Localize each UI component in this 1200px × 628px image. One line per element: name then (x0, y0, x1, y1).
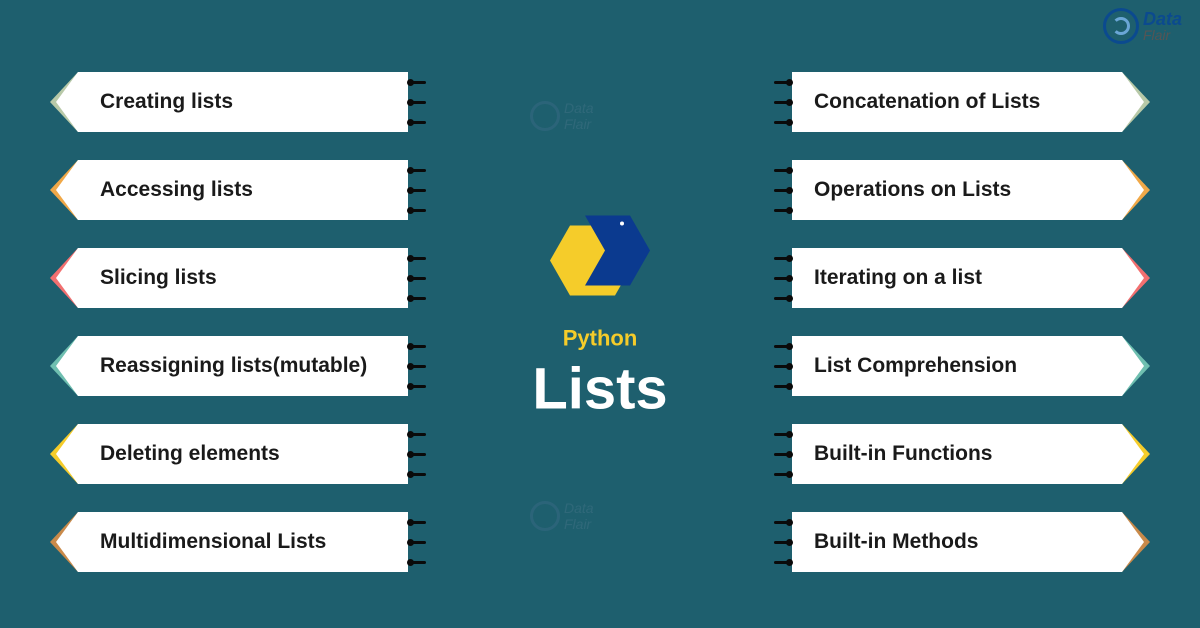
binding-icon (774, 512, 790, 572)
topic-label: List Comprehension (814, 354, 1017, 378)
binding-icon (774, 160, 790, 220)
left-column: Creating lists Accessing lists Slicing l… (78, 72, 408, 572)
brand-logo-icon (1103, 8, 1139, 44)
topic-item: Creating lists (78, 72, 408, 132)
topic-label: Built-in Functions (814, 442, 992, 466)
topic-item: Accessing lists (78, 160, 408, 220)
topic-item: Built-in Methods (792, 512, 1122, 572)
topic-item: Multidimensional Lists (78, 512, 408, 572)
topic-item: List Comprehension (792, 336, 1122, 396)
topic-label: Accessing lists (100, 178, 253, 202)
python-icon (540, 206, 660, 316)
binding-icon (774, 424, 790, 484)
right-column: Concatenation of Lists Operations on Lis… (792, 72, 1122, 572)
topic-label: Multidimensional Lists (100, 530, 326, 554)
center-title: Lists (480, 356, 720, 423)
topic-item: Deleting elements (78, 424, 408, 484)
topic-item: Slicing lists (78, 248, 408, 308)
topic-item: Iterating on a list (792, 248, 1122, 308)
brand-logo-text: Data Flair (1143, 10, 1182, 42)
center-language: Python (480, 326, 720, 352)
binding-icon (774, 336, 790, 396)
binding-icon (410, 160, 426, 220)
watermark: DataFlair (530, 100, 594, 132)
brand-line2: Flair (1143, 28, 1182, 42)
topic-label: Iterating on a list (814, 266, 982, 290)
topic-item: Operations on Lists (792, 160, 1122, 220)
binding-icon (774, 248, 790, 308)
brand-line1: Data (1143, 10, 1182, 28)
binding-icon (410, 248, 426, 308)
binding-icon (410, 72, 426, 132)
center-block: Python Lists (480, 206, 720, 423)
topic-label: Deleting elements (100, 442, 280, 466)
topic-label: Built-in Methods (814, 530, 978, 554)
topic-item: Built-in Functions (792, 424, 1122, 484)
topic-label: Slicing lists (100, 266, 217, 290)
binding-icon (410, 512, 426, 572)
binding-icon (410, 424, 426, 484)
binding-icon (774, 72, 790, 132)
brand-logo: Data Flair (1103, 8, 1182, 44)
topic-label: Operations on Lists (814, 178, 1011, 202)
topic-item: Reassigning lists(mutable) (78, 336, 408, 396)
topic-item: Concatenation of Lists (792, 72, 1122, 132)
topic-label: Reassigning lists(mutable) (100, 354, 367, 378)
binding-icon (410, 336, 426, 396)
watermark: DataFlair (530, 500, 594, 532)
topic-label: Creating lists (100, 90, 233, 114)
topic-label: Concatenation of Lists (814, 90, 1040, 114)
